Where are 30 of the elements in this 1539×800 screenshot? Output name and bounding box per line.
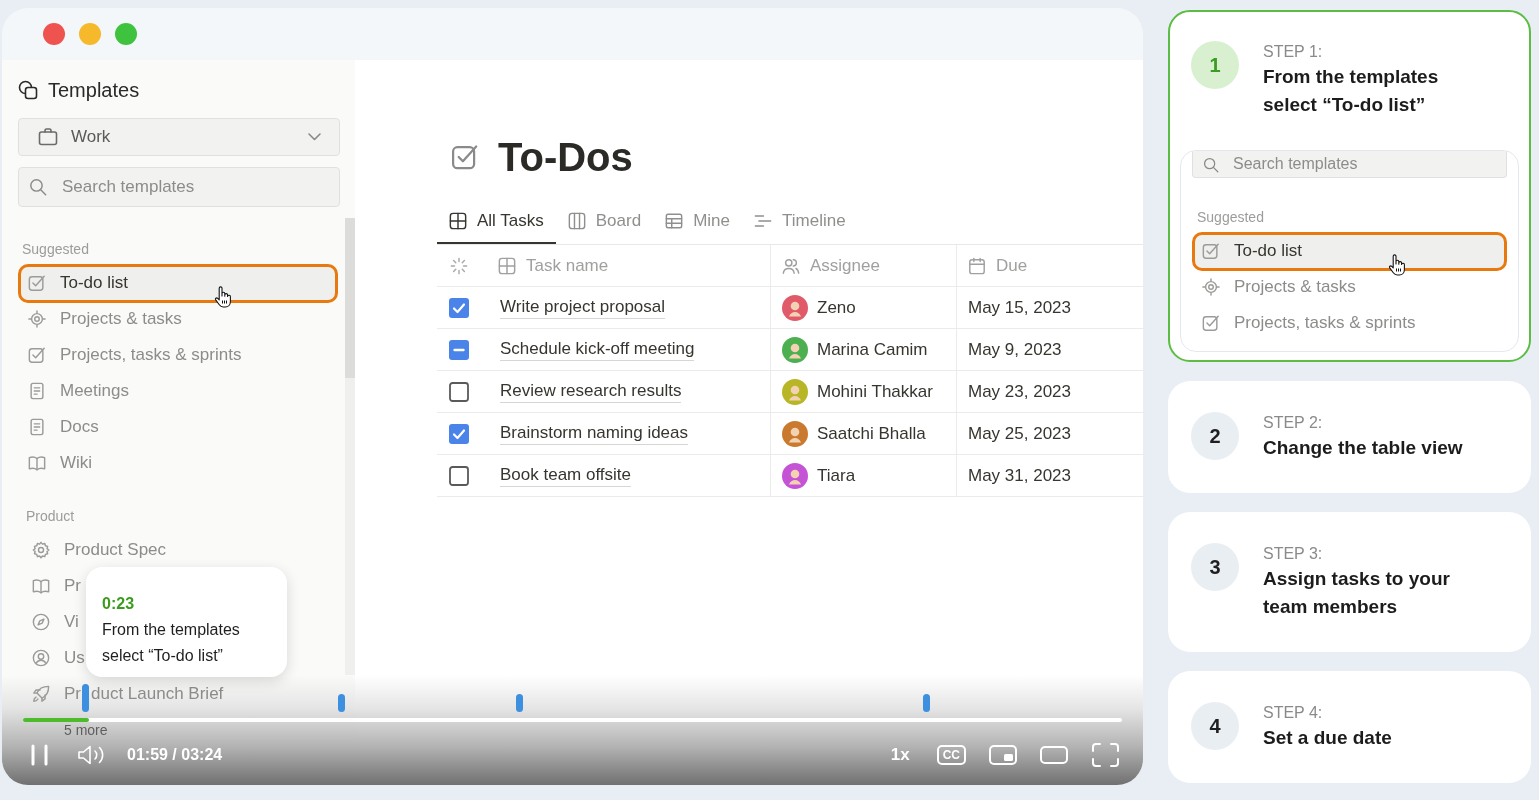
sidebar-title: Templates <box>48 78 140 102</box>
due-date: May 15, 2023 <box>968 296 1071 319</box>
step-label: STEP 1: <box>1263 42 1324 62</box>
due-date: May 23, 2023 <box>968 380 1071 403</box>
step-number: 3 <box>1191 543 1239 591</box>
section-heading: Suggested <box>1197 209 1265 225</box>
step-label: STEP 3: <box>1263 544 1324 564</box>
due-date: May 9, 2023 <box>968 338 1062 361</box>
due-date: May 25, 2023 <box>968 422 1071 445</box>
step-number: 4 <box>1191 702 1239 750</box>
assignee-name: Marina Camim <box>817 338 928 361</box>
playback-time: 01:59 / 03:24 <box>127 745 223 765</box>
due-date: May 31, 2023 <box>968 464 1071 487</box>
step-title: From the templates select “To-do list” <box>1263 65 1440 117</box>
assignee-name: Mohini Thakkar <box>817 380 933 403</box>
assignee-name: Zeno <box>817 296 856 319</box>
step-title: Change the table view <box>1263 436 1464 460</box>
page-title: To-Dos <box>498 134 633 181</box>
section-heading: Suggested <box>22 241 90 257</box>
section-heading: Product <box>26 508 76 524</box>
tooltip-text: From the templates select “To-do list” <box>102 620 241 666</box>
assignee-name: Saatchi Bhalla <box>817 422 926 445</box>
tooltip-time: 0:23 <box>102 594 136 614</box>
step-number: 1 <box>1191 41 1239 89</box>
step-label: STEP 2: <box>1263 413 1324 433</box>
step-label: STEP 4: <box>1263 703 1324 723</box>
assignee-name: Tiara <box>817 464 856 487</box>
step-title: Set a due date <box>1263 726 1393 750</box>
step-number: 2 <box>1191 412 1239 460</box>
step-title: Assign tasks to your team members <box>1263 567 1451 619</box>
